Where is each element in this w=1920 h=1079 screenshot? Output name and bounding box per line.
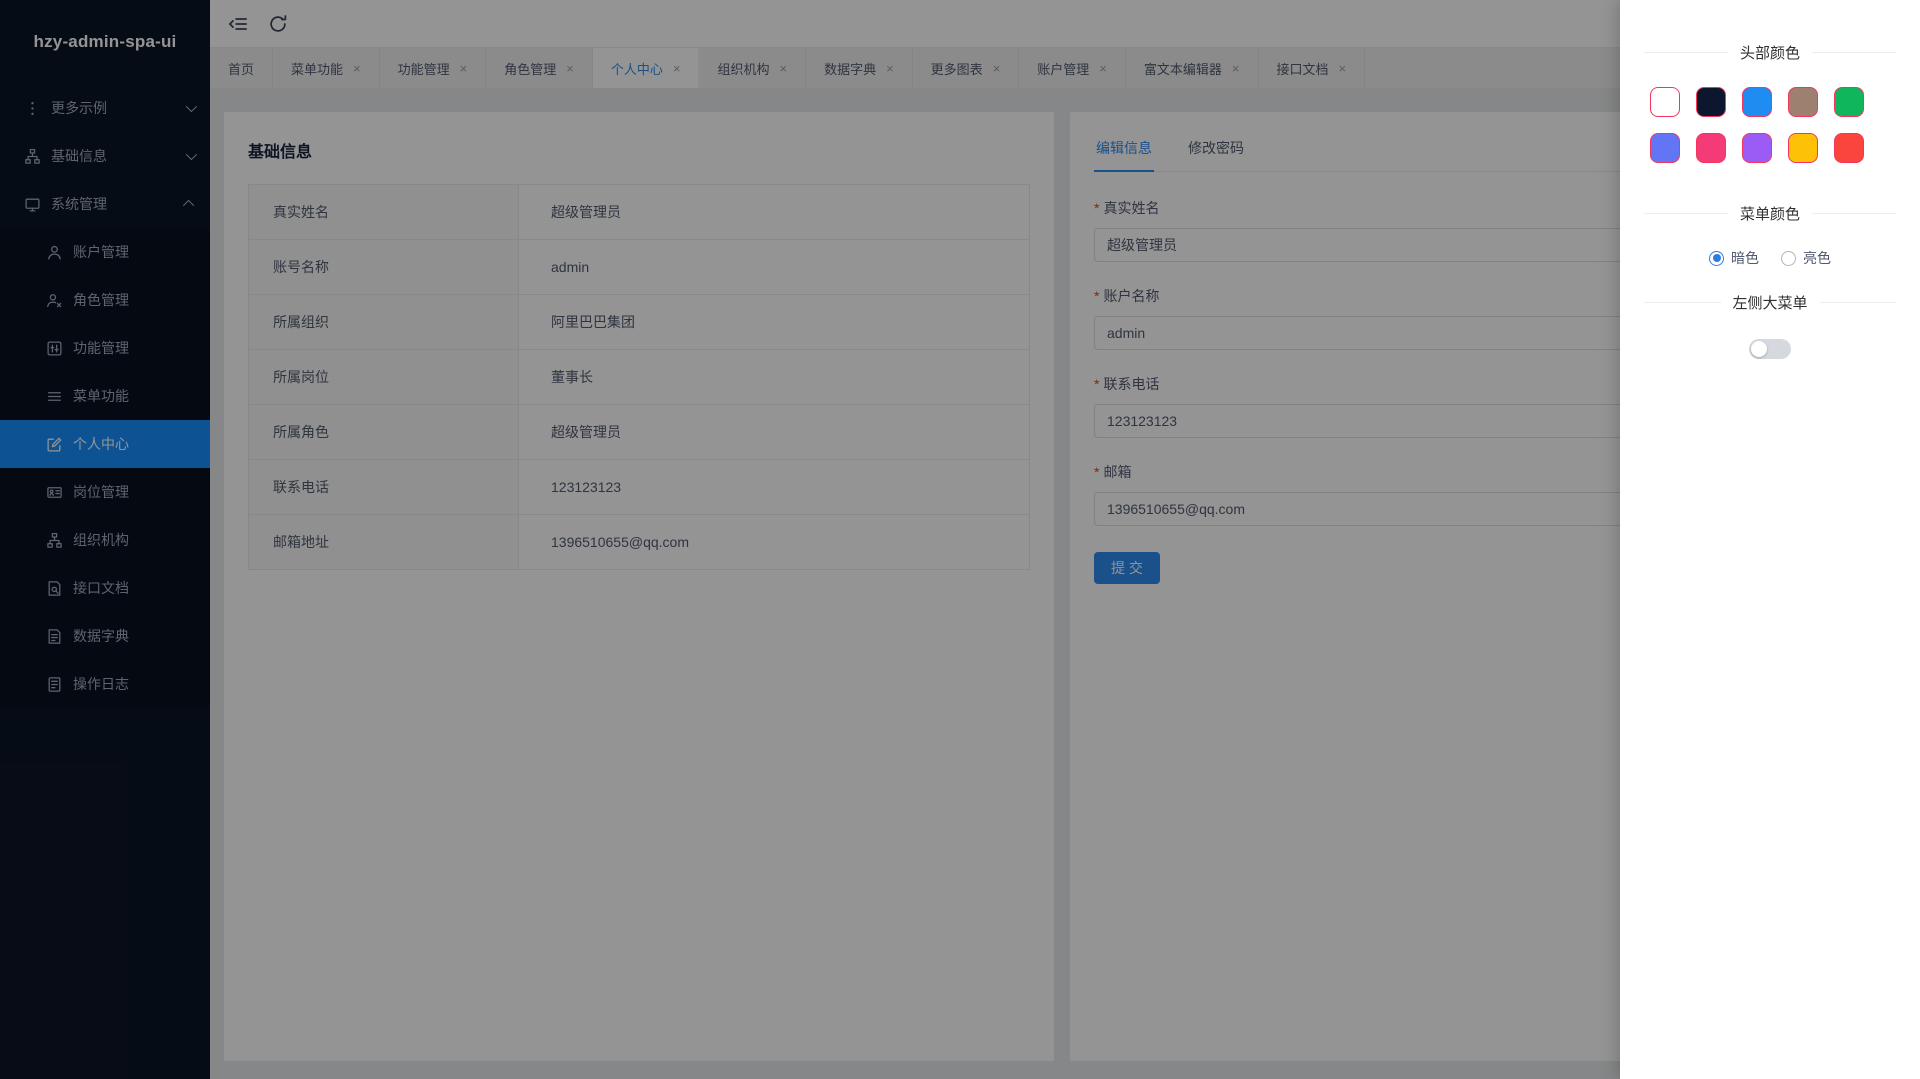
- color-swatch[interactable]: [1650, 133, 1680, 163]
- big-menu-title: 左侧大菜单: [1620, 292, 1920, 313]
- color-swatch[interactable]: [1696, 133, 1726, 163]
- big-menu-toggle[interactable]: [1749, 339, 1791, 359]
- toggle-knob: [1751, 341, 1767, 357]
- color-swatch[interactable]: [1742, 133, 1772, 163]
- theme-drawer: 头部颜色 菜单颜色 暗色 亮色 左侧大菜单: [1620, 0, 1920, 1079]
- color-swatch[interactable]: [1696, 87, 1726, 117]
- radio-label: 亮色: [1803, 248, 1831, 268]
- radio-icon: [1781, 251, 1796, 266]
- radio-label: 暗色: [1731, 248, 1759, 268]
- radio-icon: [1709, 251, 1724, 266]
- menu-color-title: 菜单颜色: [1620, 203, 1920, 224]
- radio-option[interactable]: 暗色: [1709, 248, 1759, 268]
- menu-color-options: 暗色 亮色: [1620, 248, 1920, 268]
- color-swatch[interactable]: [1650, 87, 1680, 117]
- color-swatch[interactable]: [1788, 133, 1818, 163]
- color-swatch[interactable]: [1788, 87, 1818, 117]
- header-color-title: 头部颜色: [1620, 42, 1920, 63]
- color-swatch[interactable]: [1834, 133, 1864, 163]
- radio-option[interactable]: 亮色: [1781, 248, 1831, 268]
- color-swatch[interactable]: [1742, 87, 1772, 117]
- header-color-swatches: [1650, 87, 1872, 163]
- color-swatch[interactable]: [1834, 87, 1864, 117]
